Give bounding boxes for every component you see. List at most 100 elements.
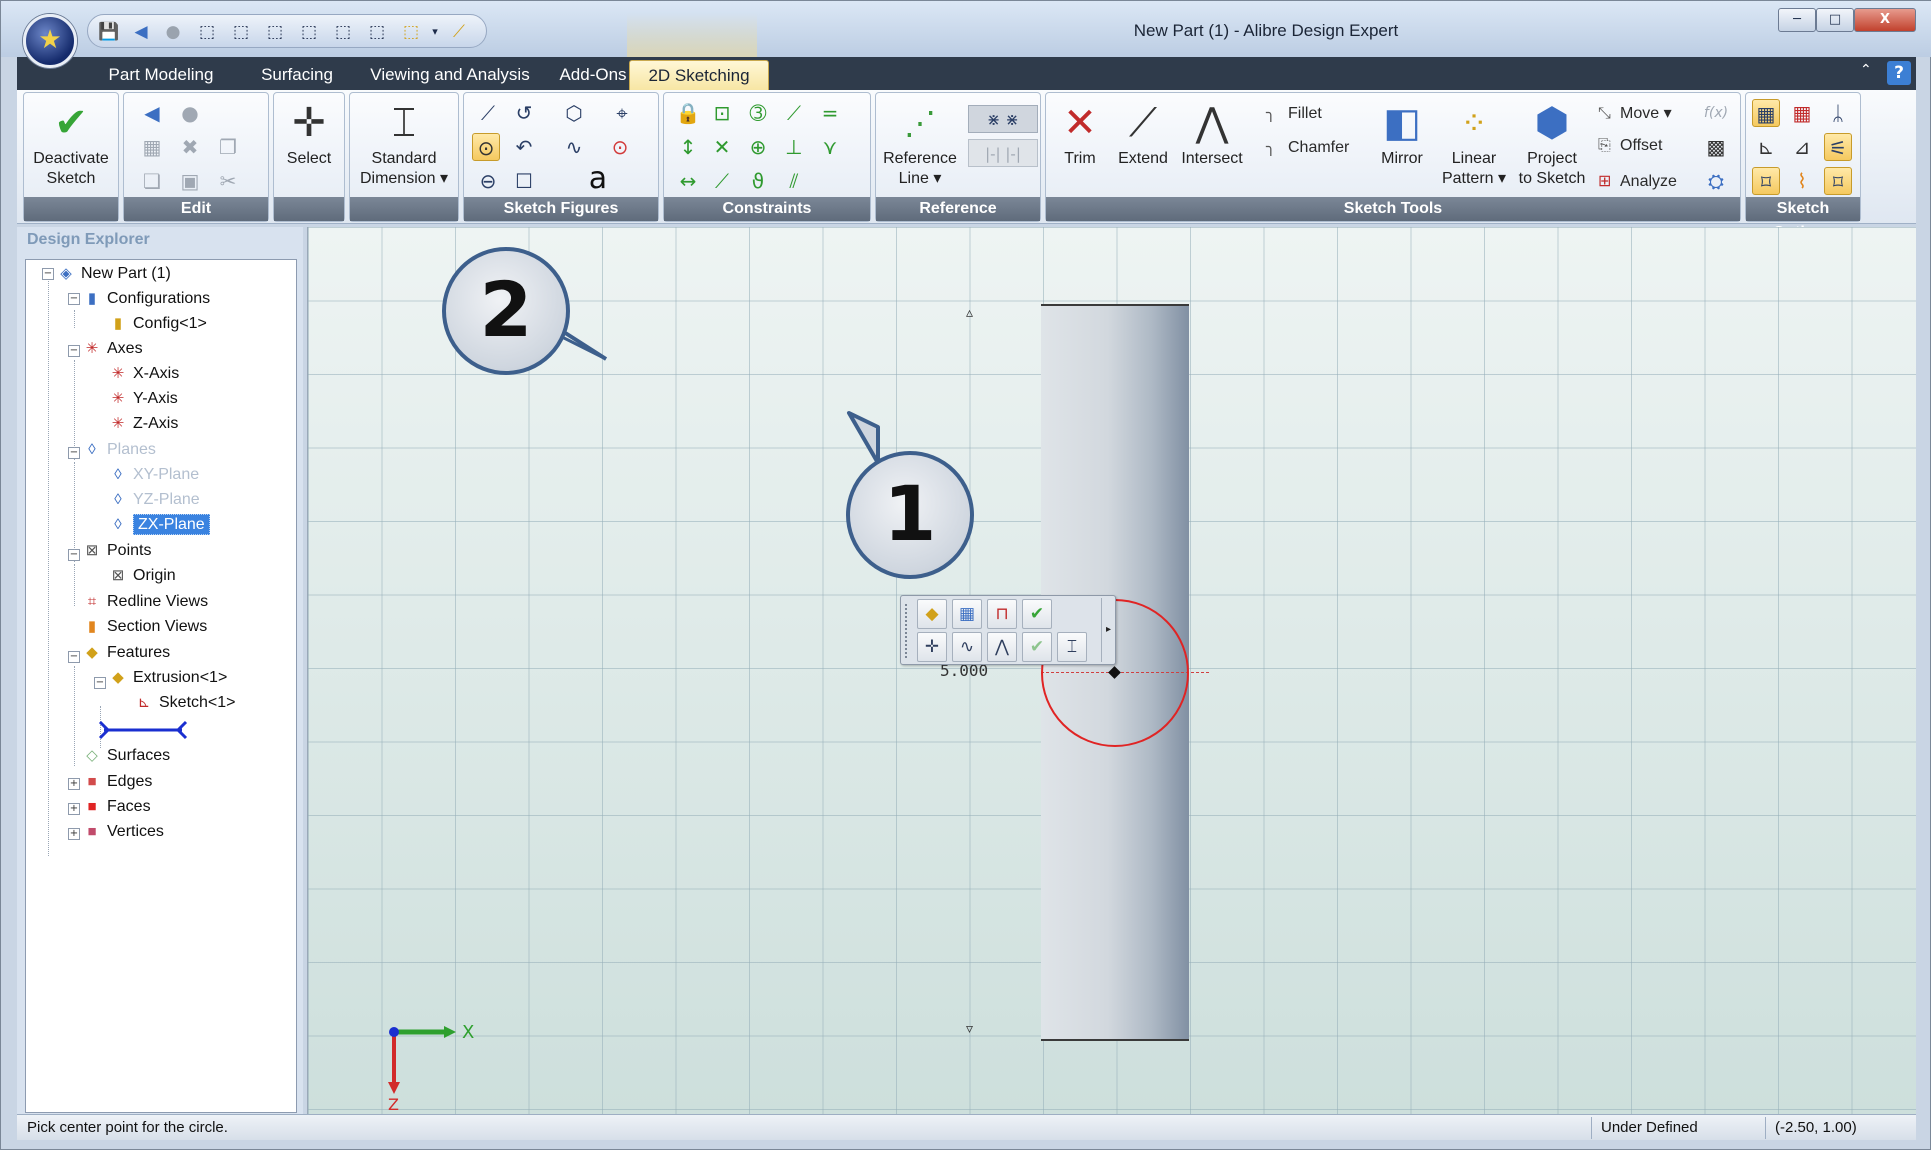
application-menu-button[interactable]: ★ bbox=[23, 14, 77, 68]
tree-node-planes[interactable]: ◊ Planes bbox=[82, 438, 156, 462]
redo-icon[interactable]: ● bbox=[176, 99, 204, 127]
minimize-button[interactable]: ─ bbox=[1778, 8, 1816, 32]
tree-node-surfaces[interactable]: ◇ Surfaces bbox=[82, 744, 170, 768]
tab-part-modeling[interactable]: Part Modeling bbox=[83, 60, 239, 90]
display-icon[interactable]: ▩ bbox=[1702, 133, 1730, 161]
collapse-toggle[interactable]: − bbox=[94, 677, 106, 689]
project-to-sketch-button[interactable]: ⬢ Project to Sketch bbox=[1512, 97, 1592, 189]
collapse-toggle[interactable]: − bbox=[68, 549, 80, 561]
point-icon[interactable]: ⌖ bbox=[608, 99, 636, 127]
new-sheet-icon[interactable]: ⬚ bbox=[298, 21, 320, 43]
tree-node-yz-plane[interactable]: ◊ YZ-Plane bbox=[108, 488, 199, 512]
paste-icon[interactable]: ❏ bbox=[138, 167, 166, 195]
tree-node-edges[interactable]: ■ Edges bbox=[82, 770, 152, 794]
tangent-arc-icon[interactable]: ↶ bbox=[510, 133, 538, 161]
extend-button[interactable]: ⟋ Extend bbox=[1112, 97, 1174, 169]
tree-node-points[interactable]: ⊠ Points bbox=[82, 539, 152, 563]
undo-icon[interactable]: ◀ bbox=[130, 21, 152, 43]
collinear-icon[interactable]: ⟋ bbox=[780, 99, 808, 127]
new-assembly-icon[interactable]: ⬚ bbox=[230, 21, 252, 43]
equation-icon[interactable]: f(x) bbox=[1702, 99, 1730, 127]
expand-toggle[interactable]: + bbox=[68, 828, 80, 840]
settings-icon[interactable]: ⛭ bbox=[1702, 167, 1730, 195]
symmetric-icon[interactable]: ⋎ bbox=[816, 133, 844, 161]
tree-node-vertices[interactable]: ■ Vertices bbox=[82, 820, 163, 844]
spline-icon[interactable]: ∿ bbox=[560, 133, 588, 161]
chevron-down-icon[interactable]: ▾ bbox=[424, 21, 446, 43]
maximize-button[interactable]: □ bbox=[1816, 8, 1854, 32]
tree-node-zx-plane[interactable]: ◊ ZX-Plane bbox=[108, 513, 210, 537]
origin-snap-icon[interactable]: ⊾ bbox=[1752, 133, 1780, 161]
tree-node-z-axis[interactable]: ✳ Z-Axis bbox=[108, 412, 179, 436]
slope-icon[interactable]: ⟋ bbox=[708, 167, 736, 195]
new-part-icon[interactable]: ⬚ bbox=[196, 21, 218, 43]
snap-grid-icon[interactable]: ▦ bbox=[1788, 99, 1816, 127]
angle-icon[interactable]: ᛦ bbox=[1824, 99, 1852, 127]
show-constraints-icon[interactable]: ⌑ bbox=[1752, 167, 1780, 195]
midpoint-icon[interactable]: ✕ bbox=[708, 133, 736, 161]
rectangle-icon[interactable]: ☐ bbox=[510, 167, 538, 195]
analyze-button[interactable]: ⊞ Analyze bbox=[1598, 171, 1677, 191]
collapse-toggle[interactable]: − bbox=[42, 268, 54, 280]
collapse-toggle[interactable]: − bbox=[68, 651, 80, 663]
intersect-button[interactable]: ⋀ Intersect bbox=[1176, 97, 1248, 169]
polygon-icon[interactable]: ⬡ bbox=[560, 99, 588, 127]
tab-viewing-and-analysis[interactable]: Viewing and Analysis bbox=[355, 60, 545, 90]
circle-3pt-icon[interactable]: ⊖ bbox=[474, 167, 502, 195]
new-bom-icon[interactable]: ⬚ bbox=[332, 21, 354, 43]
tangency-icon[interactable]: ϑ bbox=[744, 167, 772, 195]
ruler-icon[interactable]: ⟋ bbox=[448, 21, 470, 43]
tab-2d-sketching[interactable]: 2D Sketching bbox=[629, 60, 769, 90]
expand-toggle[interactable]: + bbox=[68, 778, 80, 790]
tangent-icon[interactable]: ➂ bbox=[744, 99, 772, 127]
collapse-toggle[interactable]: − bbox=[68, 447, 80, 459]
standard-dimension-button[interactable]: ⌶ Standard Dimension ▾ bbox=[352, 97, 456, 189]
tree-node-origin[interactable]: ⊠ Origin bbox=[108, 564, 176, 588]
save-icon[interactable]: 💾 bbox=[98, 21, 120, 43]
reference-line-button[interactable]: ⋰ Reference Line ▾ bbox=[878, 97, 962, 189]
linear-pattern-button[interactable]: ⁘ Linear Pattern ▾ bbox=[1438, 97, 1510, 189]
deactivate-sketch-button[interactable]: ✔ Deactivate Sketch bbox=[26, 97, 116, 189]
line-icon[interactable]: ⟋ bbox=[474, 99, 502, 127]
arc-icon[interactable]: ↺ bbox=[510, 99, 538, 127]
new-sketch-icon[interactable]: ⬚ bbox=[366, 21, 388, 43]
tree-node-section-views[interactable]: ▮ Section Views bbox=[82, 615, 207, 639]
help-icon[interactable]: ? bbox=[1887, 61, 1911, 85]
open-icon[interactable]: ⬚ bbox=[400, 21, 422, 43]
show-dims-icon[interactable]: ⌇ bbox=[1788, 167, 1816, 195]
undo-icon[interactable]: ◀ bbox=[138, 99, 166, 127]
collapse-ribbon-icon[interactable]: ⌃ bbox=[1860, 62, 1872, 78]
tree-node-xy-plane[interactable]: ◊ XY-Plane bbox=[108, 463, 199, 487]
rollback-marker[interactable] bbox=[98, 720, 188, 740]
copy-icon[interactable]: ❐ bbox=[214, 133, 242, 161]
tree-node-faces[interactable]: ■ Faces bbox=[82, 795, 150, 819]
grid-icon[interactable]: ▦ bbox=[1752, 99, 1780, 127]
select-button[interactable]: ✛ Select bbox=[276, 97, 342, 169]
tree-node-redline-views[interactable]: ⌗ Redline Views bbox=[82, 590, 208, 614]
text-icon[interactable]: a bbox=[584, 164, 612, 194]
tab-surfacing[interactable]: Surfacing bbox=[239, 60, 355, 90]
perpendicular-icon[interactable]: ⊥ bbox=[780, 133, 808, 161]
tab-add-ons[interactable]: Add-Ons bbox=[545, 60, 641, 90]
tree-node-new-part[interactable]: ◈ New Part (1) bbox=[56, 262, 171, 286]
coincident-icon[interactable]: ⊡ bbox=[708, 99, 736, 127]
redo-icon[interactable]: ● bbox=[162, 21, 184, 43]
new-drawing-icon[interactable]: ⬚ bbox=[264, 21, 286, 43]
tree-node-features[interactable]: ◆ Features bbox=[82, 641, 170, 665]
circle-icon[interactable]: ⊙ bbox=[472, 133, 500, 161]
ellipse-icon[interactable]: ⊙ bbox=[606, 133, 634, 161]
highlight-icon[interactable]: ⌑ bbox=[1824, 167, 1852, 195]
concentric-icon[interactable]: ⊕ bbox=[744, 133, 772, 161]
trim-button[interactable]: ✕ Trim bbox=[1050, 97, 1110, 169]
vertical-icon[interactable]: ↕ bbox=[674, 133, 702, 161]
lock-icon[interactable]: 🔒 bbox=[674, 99, 702, 127]
auto-constraint-icon[interactable]: ⚟ bbox=[1824, 133, 1852, 161]
close-button[interactable]: X bbox=[1854, 8, 1916, 32]
cut-icon[interactable]: ✂ bbox=[214, 167, 242, 195]
reference-dim-icon[interactable]: |-| |-| bbox=[968, 139, 1038, 167]
tree-node-y-axis[interactable]: ✳ Y-Axis bbox=[108, 387, 178, 411]
chamfer-button[interactable]: ╮ Chamfer bbox=[1266, 137, 1349, 157]
fillet-button[interactable]: ╮ Fillet bbox=[1266, 103, 1322, 123]
sketch-canvas[interactable]: 5.000 ▵ ▿ X Z ◆ ▦ ⊓ ✔ ✛ ∿ ⋀ ✔ ⌶ ▸ 2 1 bbox=[307, 227, 1916, 1114]
reference-points-icon[interactable]: ⋇ ⋇ bbox=[968, 105, 1038, 133]
